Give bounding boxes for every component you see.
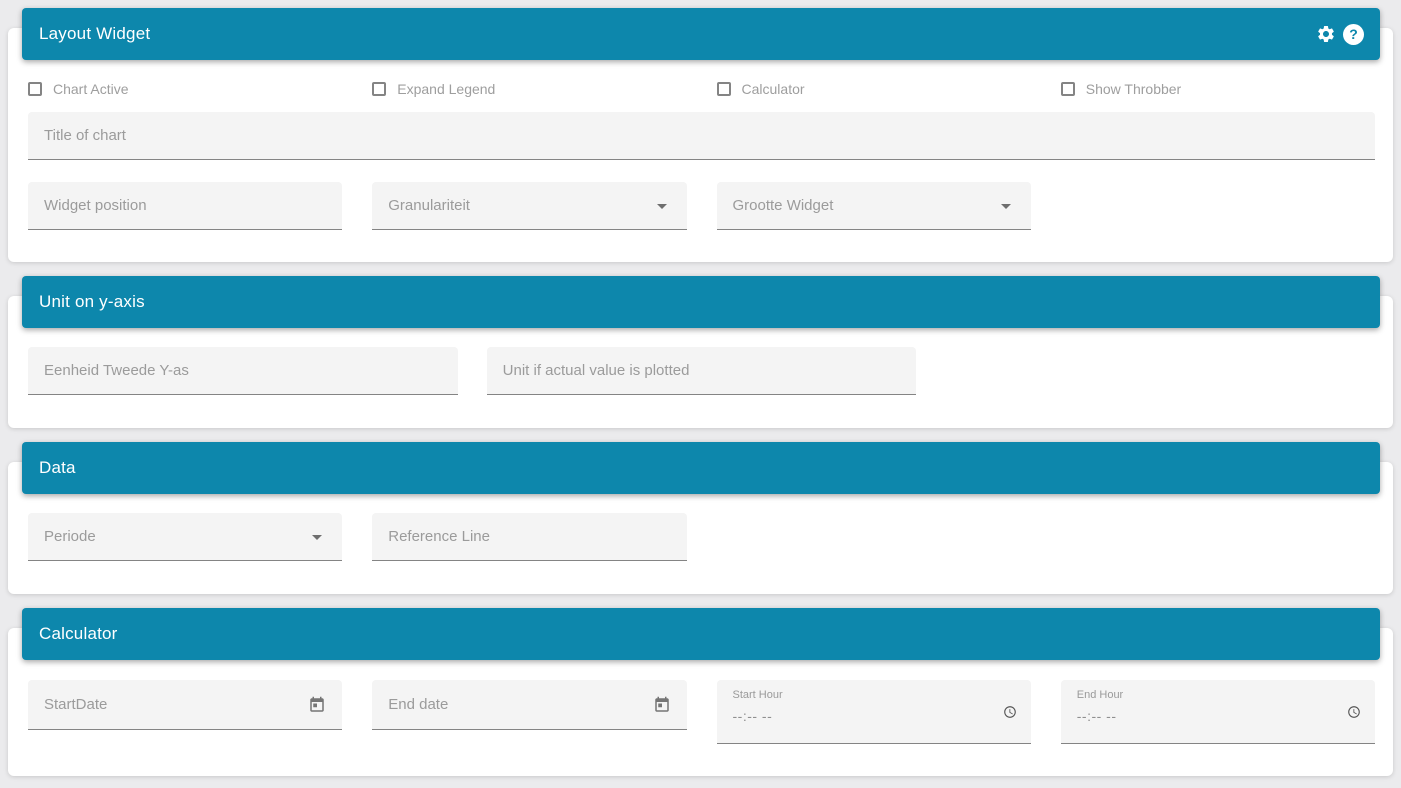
start-hour-field[interactable]: Start Hour --:-- --	[717, 680, 1031, 744]
reference-line-input[interactable]	[372, 513, 686, 560]
second-y-axis-unit-field-wrap	[28, 347, 458, 395]
checkbox-box[interactable]	[1061, 82, 1075, 96]
section-calculator: Calculator Start Hour -	[8, 608, 1393, 776]
end-date-input[interactable]	[372, 680, 686, 729]
chart-title-field-wrap	[28, 112, 1375, 160]
end-hour-value: --:-- --	[1077, 708, 1331, 724]
data-field-row: Periode	[28, 513, 1375, 561]
layout-widget-field-row: Granulariteit Grootte Widget	[28, 182, 1375, 230]
section-header-unit-y-axis: Unit on y-axis	[22, 276, 1380, 328]
checkbox-box[interactable]	[372, 82, 386, 96]
checkbox-box[interactable]	[717, 82, 731, 96]
widget-settings-page: Layout Widget ? Chart Active Expand Lege…	[0, 0, 1401, 776]
checkbox-label: Expand Legend	[397, 80, 495, 98]
granularity-select-label: Granulariteit	[388, 197, 470, 214]
section-unit-y-axis: Unit on y-axis	[8, 276, 1393, 428]
calculator-field-row: Start Hour --:-- -- End Hour --:-- --	[28, 680, 1375, 744]
section-body-layout-widget: Chart Active Expand Legend Calculator Sh…	[8, 28, 1393, 262]
checkbox-label: Show Throbber	[1086, 80, 1181, 98]
help-icon[interactable]: ?	[1343, 24, 1364, 45]
period-select-label: Periode	[44, 528, 96, 545]
section-title: Unit on y-axis	[39, 292, 145, 312]
calendar-icon[interactable]	[653, 696, 671, 714]
checkbox-row: Chart Active Expand Legend Calculator Sh…	[28, 80, 1375, 98]
section-title: Calculator	[39, 624, 118, 644]
section-title: Layout Widget	[39, 24, 150, 44]
end-hour-label: End Hour	[1077, 689, 1331, 702]
reference-line-field-wrap	[372, 513, 686, 561]
end-date-field-wrap	[372, 680, 686, 730]
end-hour-field[interactable]: End Hour --:-- --	[1061, 680, 1375, 744]
checkbox-calculator[interactable]: Calculator	[717, 80, 1031, 98]
section-header-calculator: Calculator	[22, 608, 1380, 660]
actual-value-unit-field-wrap	[487, 347, 917, 395]
checkbox-expand-legend[interactable]: Expand Legend	[372, 80, 686, 98]
unit-field-row	[28, 347, 1375, 395]
calendar-icon[interactable]	[308, 696, 326, 714]
section-header-data: Data	[22, 442, 1380, 494]
section-layout-widget: Layout Widget ? Chart Active Expand Lege…	[8, 8, 1393, 262]
actual-value-unit-input[interactable]	[487, 347, 917, 394]
dropdown-arrow-icon	[312, 535, 322, 540]
second-y-axis-unit-input[interactable]	[28, 347, 458, 394]
widget-position-input[interactable]	[28, 182, 342, 229]
granularity-select[interactable]: Granulariteit	[372, 182, 686, 230]
checkbox-label: Calculator	[742, 80, 805, 98]
gear-icon[interactable]	[1316, 24, 1336, 44]
checkbox-label: Chart Active	[53, 80, 128, 98]
section-header-layout-widget: Layout Widget ?	[22, 8, 1380, 60]
widget-size-select-label: Grootte Widget	[733, 197, 834, 214]
section-title: Data	[39, 458, 76, 478]
start-hour-label: Start Hour	[733, 689, 987, 702]
checkbox-chart-active[interactable]: Chart Active	[28, 80, 342, 98]
checkbox-box[interactable]	[28, 82, 42, 96]
period-select[interactable]: Periode	[28, 513, 342, 561]
start-date-input[interactable]	[28, 680, 342, 729]
widget-size-select[interactable]: Grootte Widget	[717, 182, 1031, 230]
header-actions: ?	[1316, 24, 1364, 45]
dropdown-arrow-icon	[1001, 204, 1011, 209]
widget-position-field-wrap	[28, 182, 342, 230]
dropdown-arrow-icon	[657, 204, 667, 209]
chart-title-input[interactable]	[28, 112, 1375, 159]
start-date-field-wrap	[28, 680, 342, 730]
clock-icon[interactable]	[1003, 705, 1017, 719]
start-hour-value: --:-- --	[733, 708, 987, 724]
checkbox-show-throbber[interactable]: Show Throbber	[1061, 80, 1375, 98]
section-data: Data Periode	[8, 442, 1393, 594]
clock-icon[interactable]	[1347, 705, 1361, 719]
